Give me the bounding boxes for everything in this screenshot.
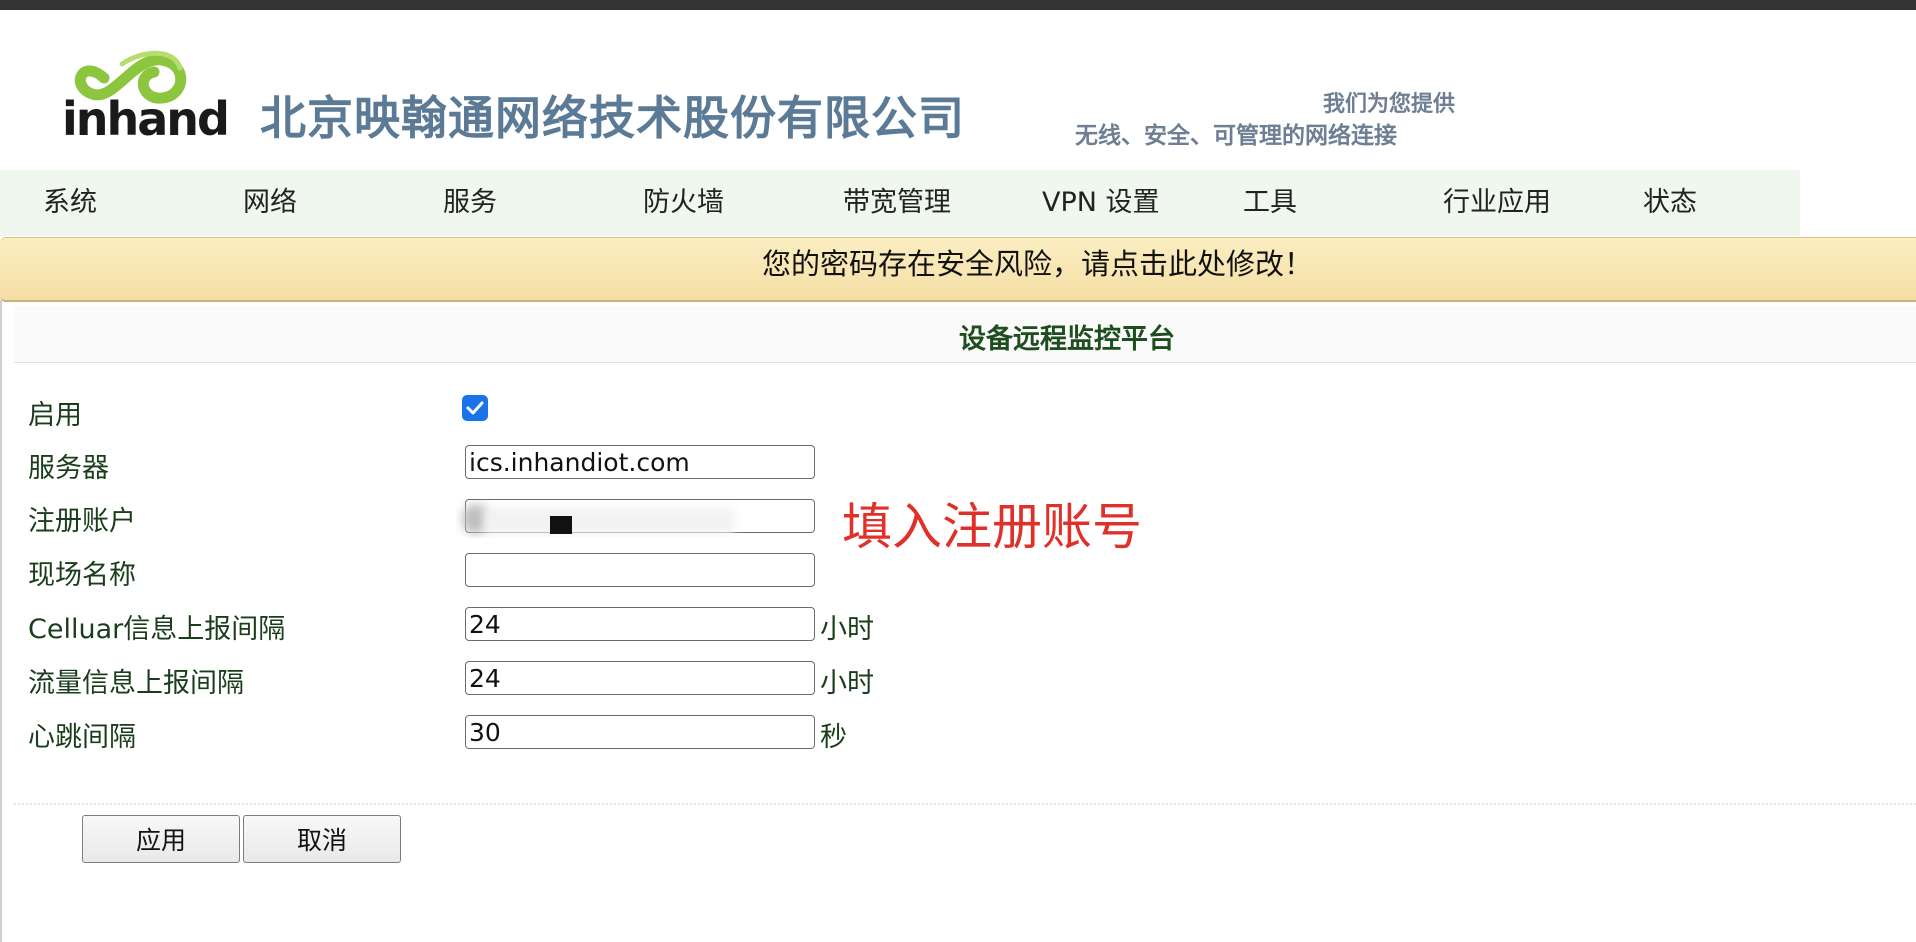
- browser-top-bar: [0, 0, 1916, 10]
- logo-text: inhand: [62, 92, 230, 146]
- nav-item-firewall[interactable]: 防火墙: [643, 170, 724, 236]
- nav-item-services[interactable]: 服务: [443, 170, 497, 236]
- account-label: 注册账户: [28, 506, 136, 537]
- content-left-border: [0, 300, 2, 942]
- company-name: 北京映翰通网络技术股份有限公司: [260, 91, 965, 145]
- redaction-blur: [454, 500, 754, 538]
- traffic-interval-label: 流量信息上报间隔: [28, 668, 244, 699]
- site-name-label: 现场名称: [28, 560, 136, 591]
- nav-item-industry-apps[interactable]: 行业应用: [1443, 170, 1551, 236]
- apply-button[interactable]: 应用: [82, 815, 240, 863]
- slogan-line-2: 无线、安全、可管理的网络连接: [1075, 122, 1397, 149]
- section-header: 设备远程监控平台: [14, 306, 1916, 363]
- annotation-fill-account: 填入注册账号: [842, 498, 1142, 556]
- server-input[interactable]: [465, 445, 815, 479]
- traffic-interval-unit: 小时: [820, 668, 874, 699]
- enable-label: 启用: [28, 400, 82, 431]
- server-label: 服务器: [28, 453, 109, 484]
- nav-item-vpn[interactable]: VPN 设置: [1042, 170, 1160, 236]
- nav-item-system[interactable]: 系统: [43, 170, 97, 236]
- cellular-interval-input[interactable]: [465, 607, 815, 641]
- checkmark-icon: [466, 401, 484, 415]
- traffic-interval-input[interactable]: [465, 661, 815, 695]
- cellular-interval-label: Celluar信息上报间隔: [28, 614, 286, 645]
- heartbeat-interval-label: 心跳间隔: [28, 722, 136, 753]
- cancel-button[interactable]: 取消: [243, 815, 401, 863]
- heartbeat-interval-input[interactable]: [465, 715, 815, 749]
- form-divider: [14, 803, 1916, 805]
- nav-item-status[interactable]: 状态: [1643, 170, 1697, 236]
- site-name-input[interactable]: [465, 553, 815, 587]
- slogan: 我们为您提供 无线、安全、可管理的网络连接: [1075, 78, 1455, 149]
- header-banner: inhand 北京映翰通网络技术股份有限公司 我们为您提供 无线、安全、可管理的…: [0, 10, 1916, 170]
- section-title: 设备远程监控平台: [959, 324, 1175, 355]
- slogan-line-1: 我们为您提供: [1322, 91, 1455, 117]
- main-nav: 系统 网络 服务 防火墙 带宽管理 VPN 设置 工具 行业应用 状态: [0, 170, 1800, 236]
- heartbeat-interval-unit: 秒: [820, 722, 847, 753]
- nav-item-bandwidth[interactable]: 带宽管理: [843, 170, 951, 236]
- enable-checkbox[interactable]: [462, 395, 488, 421]
- nav-item-tools[interactable]: 工具: [1243, 170, 1297, 236]
- cellular-interval-unit: 小时: [820, 614, 874, 645]
- nav-item-network[interactable]: 网络: [243, 170, 297, 236]
- password-warning-text[interactable]: 您的密码存在安全风险，请点击此处修改！: [762, 238, 1313, 290]
- password-warning-banner[interactable]: 您的密码存在安全风险，请点击此处修改！: [0, 237, 1916, 302]
